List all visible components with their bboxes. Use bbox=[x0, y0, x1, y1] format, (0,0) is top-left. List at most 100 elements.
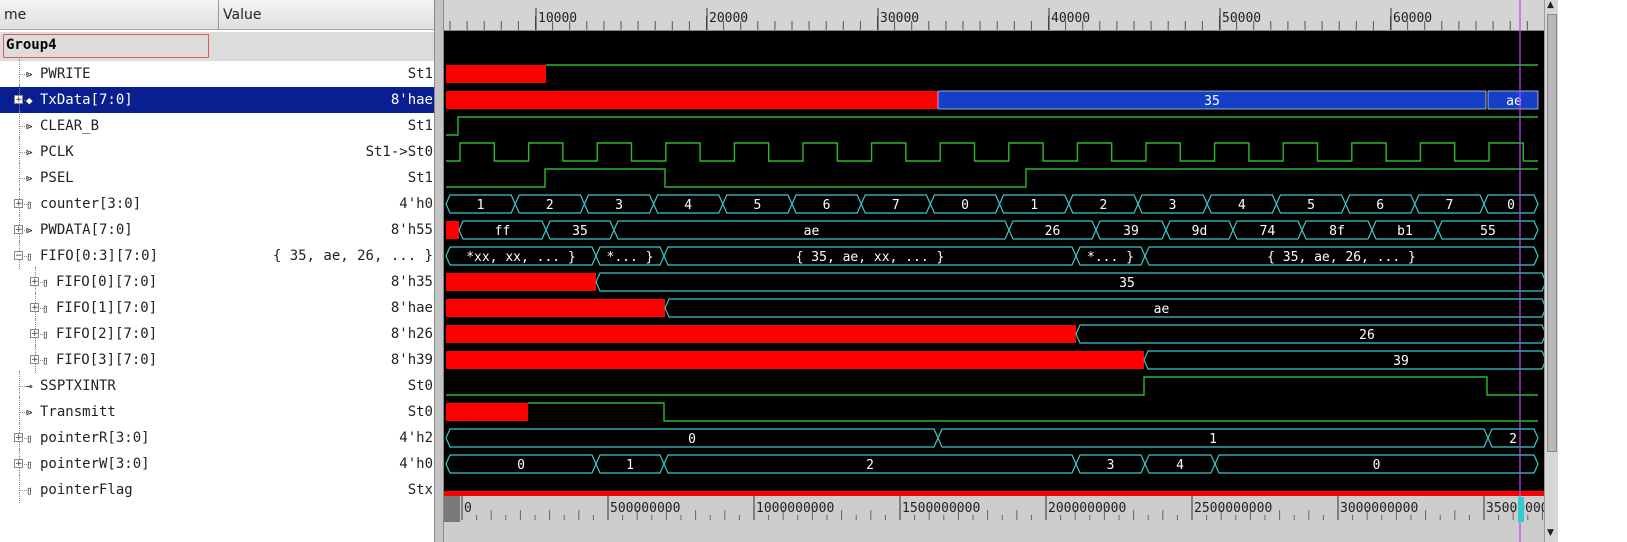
pwdata-wave-label: ff bbox=[495, 224, 511, 239]
signal-row[interactable]: ⊳ Transmitt bbox=[0, 397, 219, 425]
signal-value-row[interactable]: St1->St0 bbox=[219, 139, 453, 165]
signal-value-row[interactable]: { 35, ae, 26, ... } bbox=[219, 243, 453, 269]
expand-icon[interactable]: + bbox=[30, 329, 39, 339]
expand-icon[interactable]: + bbox=[14, 95, 23, 105]
signal-row[interactable]: + ⊳ PWDATA[7:0] bbox=[0, 215, 219, 243]
waveform-pane[interactable]: 10000 20000 30000 40000 50000 60000 35 ae 1 2 3 4 5 6… bbox=[444, 0, 1627, 542]
signal-value-row[interactable]: 4'h2 bbox=[219, 425, 453, 451]
bottom-ruler-label: 2000000000 bbox=[1048, 501, 1126, 516]
signal-row[interactable]: + ▯ counter[3:0] bbox=[0, 189, 219, 217]
input-port-icon: ⊳ bbox=[26, 68, 33, 81]
expand-icon[interactable]: + bbox=[14, 459, 23, 469]
group-label[interactable]: Group4 bbox=[3, 34, 209, 58]
signal-row[interactable]: ⊳ PSEL bbox=[0, 163, 219, 191]
counter-wave-label: 1 bbox=[477, 198, 485, 213]
signal-row[interactable]: + ▯ pointerW[3:0] bbox=[0, 449, 219, 477]
scroll-thumb[interactable] bbox=[1547, 14, 1557, 452]
value-column-header[interactable]: Value bbox=[219, 0, 453, 30]
signal-row[interactable]: ⊳ CLEAR_B bbox=[0, 111, 219, 139]
name-column-header[interactable]: me bbox=[0, 0, 219, 30]
pointer-r-wave-label: 0 bbox=[688, 432, 696, 447]
expand-icon[interactable]: + bbox=[30, 303, 39, 313]
pointer-w-wave-label: 2 bbox=[866, 458, 874, 473]
expand-icon[interactable]: + bbox=[30, 277, 39, 287]
signal-value-row[interactable]: 8'hae bbox=[219, 295, 453, 321]
pwdata-unknown bbox=[446, 221, 459, 239]
signal-value-row[interactable]: St1 bbox=[219, 61, 453, 87]
signal-value-row[interactable]: 8'h55 bbox=[219, 217, 453, 243]
register-icon: ▯ bbox=[26, 432, 33, 445]
counter-wave-label: 3 bbox=[1169, 198, 1177, 213]
signal-value: 8'h55 bbox=[390, 222, 433, 238]
fifo0-label: 35 bbox=[1119, 276, 1135, 291]
signal-value-row[interactable]: St0 bbox=[219, 399, 453, 425]
counter-wave-label: 1 bbox=[1030, 198, 1038, 213]
signal-name: Transmitt bbox=[40, 404, 116, 420]
signal-row[interactable]: ⊳ PCLK bbox=[0, 137, 219, 165]
signal-row[interactable]: ▯ pointerFlag bbox=[0, 475, 219, 503]
pwdata-wave-label: b1 bbox=[1397, 224, 1413, 239]
expand-icon[interactable]: + bbox=[14, 225, 23, 235]
waveform-canvas[interactable]: 10000 20000 30000 40000 50000 6000035 ae1 2 3 4 5 6… bbox=[444, 0, 1616, 542]
scroll-up-icon[interactable]: ▲ bbox=[1547, 0, 1554, 10]
signal-name: FIFO[2][7:0] bbox=[56, 326, 158, 342]
counter-wave-label: 6 bbox=[1376, 198, 1384, 213]
signal-row[interactable]: + ▯ FIFO[3][7:0] bbox=[0, 345, 219, 373]
bottom-ruler-label: 1000000000 bbox=[756, 501, 834, 516]
signal-value-row[interactable]: St1 bbox=[219, 165, 453, 191]
signal-value: 8'h26 bbox=[390, 326, 433, 342]
collapse-icon[interactable]: − bbox=[14, 251, 23, 261]
signal-value: St1 bbox=[407, 66, 433, 82]
signal-row[interactable]: + ▯ FIFO[0][7:0] bbox=[0, 267, 219, 295]
signal-value-row[interactable]: 4'h0 bbox=[219, 451, 453, 477]
signal-name: CLEAR_B bbox=[40, 118, 100, 134]
signal-value-row[interactable]: 8'h26 bbox=[219, 321, 453, 347]
signal-value-row[interactable]: St1 bbox=[219, 113, 453, 139]
signal-row[interactable]: − ▯ FIFO[0:3][7:0] bbox=[0, 241, 219, 269]
group-row[interactable]: Group4 bbox=[0, 32, 219, 61]
signal-row[interactable]: + ▯ FIFO[1][7:0] bbox=[0, 293, 219, 321]
scroll-down-icon[interactable]: ▼ bbox=[1547, 528, 1554, 538]
bottom-ruler-label: 2500000000 bbox=[1194, 501, 1272, 516]
output-port-icon: ⊸ bbox=[26, 380, 33, 393]
fifo-bus-wave-label: *... } bbox=[1087, 250, 1134, 265]
signal-name: FIFO[0:3][7:0] bbox=[40, 248, 159, 264]
pointer-w-wave-label: 0 bbox=[1373, 458, 1381, 473]
pwdata-wave-label: 74 bbox=[1260, 224, 1276, 239]
signal-value: 8'h35 bbox=[390, 274, 433, 290]
expand-icon[interactable]: + bbox=[14, 433, 23, 443]
bottom-ruler-label: 1500000000 bbox=[902, 501, 980, 516]
input-port-icon: ⊳ bbox=[26, 120, 33, 133]
signal-value-row[interactable]: St0 bbox=[219, 373, 453, 399]
register-icon: ▯ bbox=[42, 276, 49, 289]
fifo2-label: 26 bbox=[1359, 328, 1375, 343]
signal-values-pane: Value St1 8'hae St1 St1->St0 St1 4'h0 8'h55 { 3… bbox=[219, 0, 453, 542]
signal-row[interactable]: + ▯ pointerR[3:0] bbox=[0, 423, 219, 451]
expand-icon[interactable]: + bbox=[14, 199, 23, 209]
signal-value: 4'h2 bbox=[399, 430, 433, 446]
signal-row[interactable]: ⊸ SSPTXINTR bbox=[0, 371, 219, 399]
pane-splitter[interactable] bbox=[434, 0, 444, 542]
register-icon: ▯ bbox=[42, 354, 49, 367]
signal-value-row[interactable]: 8'h39 bbox=[219, 347, 453, 373]
signal-value-row[interactable]: 4'h0 bbox=[219, 191, 453, 217]
fifo3-unknown bbox=[446, 351, 1144, 369]
signal-name: counter[3:0] bbox=[40, 196, 142, 212]
expand-icon[interactable]: + bbox=[30, 355, 39, 365]
input-port-icon: ⊳ bbox=[26, 172, 33, 185]
bottom-ruler-marker bbox=[444, 491, 1544, 496]
counter-wave-label: 7 bbox=[1445, 198, 1453, 213]
signal-row[interactable]: + ◆ TxData[7:0] bbox=[0, 85, 219, 113]
fifo-bus-wave-label: *... } bbox=[607, 250, 654, 265]
signal-value-row[interactable]: Stx bbox=[219, 477, 453, 503]
counter-wave-label: 5 bbox=[1307, 198, 1315, 213]
signal-row[interactable]: ⊳ PWRITE bbox=[0, 59, 219, 87]
pointer-r-wave-label: 2 bbox=[1509, 432, 1517, 447]
input-port-icon: ⊳ bbox=[26, 146, 33, 159]
signal-value-row[interactable]: 8'hae bbox=[219, 87, 453, 113]
signal-name: PWRITE bbox=[40, 66, 91, 82]
signal-value: 8'hae bbox=[390, 92, 433, 108]
vertical-scrollbar[interactable]: ▲ ▼ bbox=[1544, 0, 1558, 542]
signal-value-row[interactable]: 8'h35 bbox=[219, 269, 453, 295]
signal-row[interactable]: + ▯ FIFO[2][7:0] bbox=[0, 319, 219, 347]
